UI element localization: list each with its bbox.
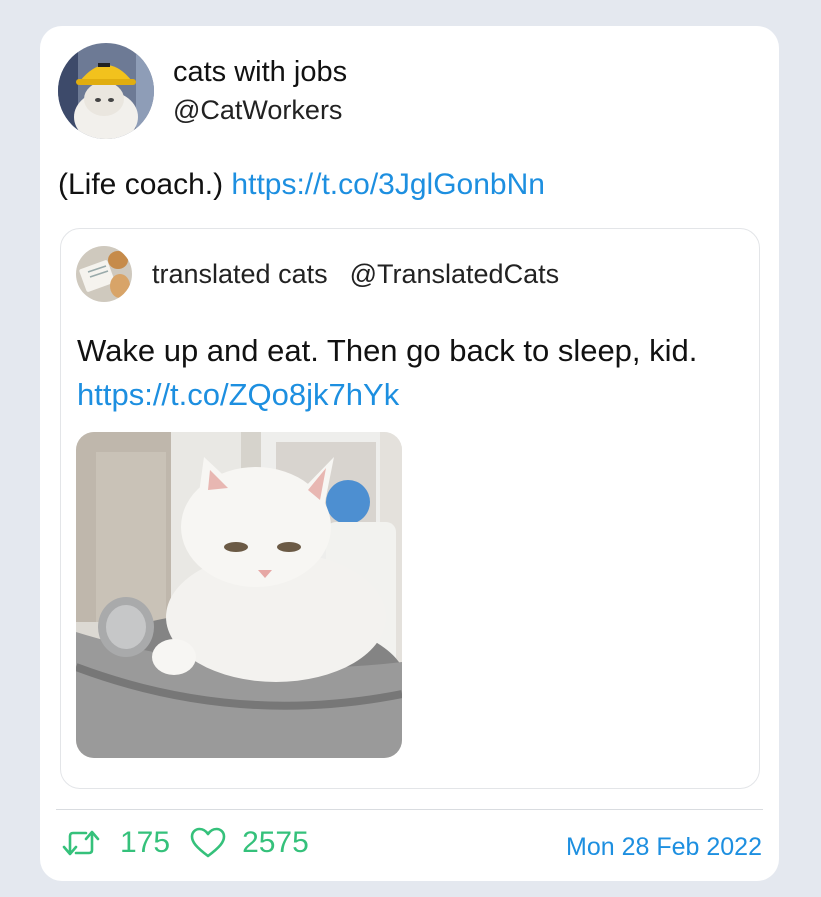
- tweet-stats: 175 2575: [60, 826, 309, 860]
- quoted-author: translated cats @TranslatedCats: [76, 246, 559, 302]
- tweet-card: cats with jobs @CatWorkers (Life coach.)…: [40, 26, 779, 881]
- retweet-count: 175: [120, 826, 171, 859]
- quoted-tweet-body: Wake up and eat. Then go back to sleep, …: [77, 333, 698, 368]
- tweet-text: (Life coach.) https://t.co/3JglGonbNn: [58, 166, 545, 204]
- tweet-author: cats with jobs @CatWorkers: [58, 43, 347, 139]
- tweet-date[interactable]: Mon 28 Feb 2022: [566, 833, 762, 862]
- quoted-tweet-link[interactable]: https://t.co/ZQo8jk7hYk: [77, 377, 399, 412]
- quoted-author-avatar[interactable]: [76, 246, 132, 302]
- cat-photo-image: [76, 432, 402, 758]
- quoted-tweet[interactable]: translated cats @TranslatedCats Wake up …: [60, 228, 760, 789]
- author-avatar[interactable]: [58, 43, 154, 139]
- quoted-author-handle[interactable]: @TranslatedCats: [350, 259, 560, 290]
- author-handle[interactable]: @CatWorkers: [173, 93, 347, 127]
- stats-divider: [56, 809, 763, 810]
- quoted-tweet-photo[interactable]: [76, 432, 402, 758]
- tweet-link[interactable]: https://t.co/3JglGonbNn: [231, 168, 545, 201]
- author-name[interactable]: cats with jobs: [173, 55, 347, 89]
- like-count: 2575: [242, 826, 309, 859]
- heart-icon[interactable]: [190, 827, 226, 859]
- quoted-author-name[interactable]: translated cats: [152, 259, 328, 290]
- retweet-icon[interactable]: [60, 827, 102, 859]
- tweet-body: (Life coach.): [58, 168, 224, 201]
- quoted-tweet-text: Wake up and eat. Then go back to sleep, …: [77, 329, 737, 417]
